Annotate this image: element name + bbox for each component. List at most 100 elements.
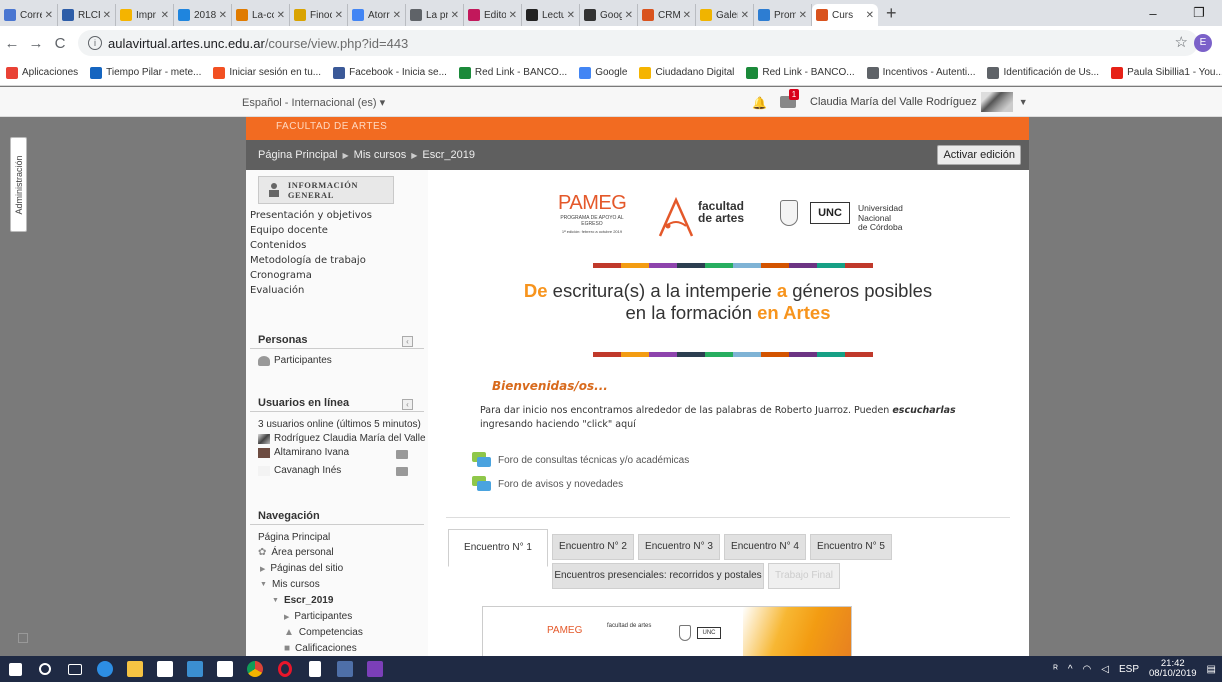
message-icon[interactable] (396, 450, 408, 459)
breadcrumb-course[interactable]: Escr_2019 (422, 149, 475, 161)
avatar[interactable] (980, 92, 1013, 112)
bookmark-item[interactable]: Ciudadano Digital (639, 66, 734, 79)
close-icon[interactable]: ✕ (161, 10, 169, 21)
restore-icon[interactable]: ❐ (1176, 5, 1222, 21)
breadcrumb-home[interactable]: Página Principal (258, 149, 338, 161)
user-name[interactable]: Claudia María del Valle Rodríguez (810, 96, 977, 108)
browser-tab[interactable]: RLCP✕ (58, 4, 116, 26)
forum-technical-link[interactable]: Foro de consultas técnicas y/o académica… (472, 452, 689, 468)
tab-encuentro-3[interactable]: Encuentro N° 3 (638, 534, 720, 560)
nav-dashboard[interactable]: ✿ Área personal (258, 547, 334, 558)
wifi-icon[interactable]: ◠ (1083, 664, 1092, 675)
mail-icon[interactable] (210, 656, 240, 682)
browser-tab[interactable]: La-cc✕ (232, 4, 290, 26)
close-icon[interactable]: ✕ (451, 10, 459, 21)
close-icon[interactable]: ✕ (45, 10, 53, 21)
nav-my-courses[interactable]: ▼ Mis cursos (260, 579, 320, 590)
bell-icon[interactable]: 🔔 (752, 96, 767, 110)
document-icon[interactable] (300, 656, 330, 682)
windows-start-icon[interactable] (0, 656, 30, 682)
bookmark-star-icon[interactable]: ☆ (1175, 33, 1188, 51)
tab-encuentro-4[interactable]: Encuentro N° 4 (724, 534, 806, 560)
browser-tab[interactable]: Edito ✕ (464, 4, 522, 26)
reload-icon[interactable]: C (48, 35, 72, 52)
browser-tab[interactable]: CRM ✕ (638, 4, 696, 26)
close-icon[interactable]: ✕ (799, 10, 807, 21)
collapse-icon[interactable]: ‹ (402, 399, 413, 410)
input-language[interactable]: ESP (1119, 664, 1139, 675)
link-methodology[interactable]: Metodología de trabajo (250, 253, 372, 268)
browser-tab[interactable]: Lectu✕ (522, 4, 580, 26)
close-icon[interactable]: ✕ (683, 10, 691, 21)
general-info-button[interactable]: INFORMACIÓN GENERAL (258, 176, 394, 204)
clock[interactable]: 21:42 08/10/2019 (1149, 659, 1197, 679)
browser-tab[interactable]: Curs ✕ (812, 4, 878, 26)
browser-tab[interactable]: Goog✕ (580, 4, 638, 26)
chevron-up-icon[interactable]: ^ (1068, 664, 1073, 675)
chevron-down-icon[interactable]: ▼ (1019, 97, 1028, 107)
tab-encuentro-1[interactable]: Encuentro N° 1 (448, 529, 548, 567)
edge-icon[interactable] (90, 656, 120, 682)
bookmark-item[interactable]: Facebook - Inicia se... (333, 66, 447, 79)
tab-encuentros-presenciales[interactable]: Encuentros presenciales: recorridos y po… (552, 563, 764, 589)
close-icon[interactable]: ✕ (219, 10, 227, 21)
participants-link[interactable]: Participantes (258, 355, 332, 366)
nav-grades[interactable]: ■ Calificaciones (284, 643, 357, 654)
browser-tab[interactable]: Atorr ✕ (348, 4, 406, 26)
media-icon[interactable] (180, 656, 210, 682)
browser-tab[interactable]: Prom ✕ (754, 4, 812, 26)
intro-link[interactable]: ingresando haciendo "click" aquí (480, 419, 636, 430)
message-icon[interactable] (396, 467, 408, 476)
nav-home[interactable]: Página Principal (258, 532, 330, 543)
tab-encuentro-2[interactable]: Encuentro N° 2 (552, 534, 634, 560)
nav-course[interactable]: ▼ Escr_2019 (272, 595, 333, 606)
browser-tab[interactable]: La pr ✕ (406, 4, 464, 26)
new-tab-icon[interactable]: + (886, 3, 897, 24)
forward-icon[interactable]: → (24, 35, 48, 52)
info-icon[interactable]: i (88, 36, 102, 50)
bookmark-item[interactable]: Incentivos - Autenti... (866, 66, 975, 79)
bookmark-item[interactable]: Paula Sibillia1 - You... (1111, 66, 1222, 79)
dock-toggle-icon[interactable] (18, 633, 28, 643)
close-icon[interactable]: ✕ (741, 10, 749, 21)
bookmark-item[interactable]: Identificación de Us... (987, 66, 1099, 79)
collapse-icon[interactable]: ‹ (402, 336, 413, 347)
link-team[interactable]: Equipo docente (250, 223, 372, 238)
minimize-icon[interactable]: – (1130, 6, 1176, 21)
bookmark-item[interactable]: Iniciar sesión en tu... (213, 66, 321, 79)
browser-tab[interactable]: Galer✕ (696, 4, 754, 26)
back-icon[interactable]: ← (0, 35, 24, 52)
tab-encuentro-5[interactable]: Encuentro N° 5 (810, 534, 892, 560)
close-icon[interactable]: ✕ (393, 10, 401, 21)
language-menu[interactable]: Español - Internacional (es) ▾ (242, 96, 385, 109)
online-user-2[interactable]: Altamirano Ivana (258, 447, 349, 458)
volume-icon[interactable]: ◁ (1101, 664, 1109, 675)
link-contents[interactable]: Contenidos (250, 238, 372, 253)
close-icon[interactable]: ✕ (567, 10, 575, 21)
browser-tab[interactable]: 2018 ✕ (174, 4, 232, 26)
close-icon[interactable]: ✕ (335, 10, 343, 21)
nav-participants[interactable]: ▶ Participantes (284, 611, 352, 622)
link-schedule[interactable]: Cronograma (250, 268, 372, 283)
nav-competencies[interactable]: ▲ Competencias (284, 627, 363, 638)
turn-editing-on-button[interactable]: Activar edición (937, 145, 1021, 165)
breadcrumb-my-courses[interactable]: Mis cursos (354, 149, 407, 161)
opera-icon[interactable] (270, 656, 300, 682)
bookmark-item[interactable]: Google (579, 66, 627, 79)
store-icon[interactable] (150, 656, 180, 682)
chrome-icon[interactable] (240, 656, 270, 682)
close-icon[interactable]: ✕ (103, 10, 111, 21)
close-icon[interactable]: ✕ (866, 10, 874, 21)
profile-avatar[interactable]: E (1194, 34, 1212, 52)
link-presentation[interactable]: Presentación y objetivos (250, 208, 372, 223)
file-explorer-icon[interactable] (120, 656, 150, 682)
people-icon[interactable]: ᴿ (1053, 664, 1058, 675)
nav-site-pages[interactable]: ▶ Páginas del sitio (260, 563, 343, 574)
notifications-icon[interactable]: ▤ (1207, 664, 1216, 675)
messages-icon[interactable]: 1 (780, 89, 799, 108)
browser-tab[interactable]: Impr ✕ (116, 4, 174, 26)
calculator-icon[interactable] (330, 656, 360, 682)
close-icon[interactable]: ✕ (277, 10, 285, 21)
close-icon[interactable]: ✕ (625, 10, 633, 21)
task-view-icon[interactable] (60, 656, 90, 682)
